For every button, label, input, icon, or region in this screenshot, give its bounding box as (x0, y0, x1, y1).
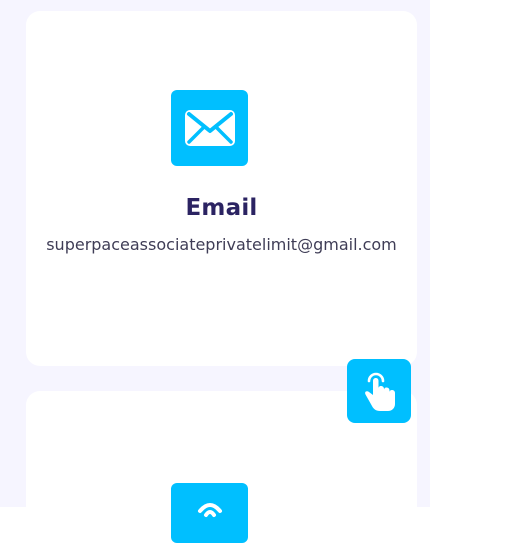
phone-icon-tile (171, 483, 248, 543)
hand-pointer-icon (365, 372, 395, 411)
phone-icon (197, 503, 222, 517)
email-title: Email (185, 195, 258, 221)
email-card: Email superpaceassociateprivatelimit@gma… (26, 11, 417, 366)
floating-action-button[interactable] (347, 359, 411, 423)
envelope-icon (184, 110, 235, 146)
email-icon-tile (171, 90, 248, 166)
email-address: superpaceassociateprivatelimit@gmail.com (46, 235, 397, 254)
contact-panel: Email superpaceassociateprivatelimit@gma… (0, 0, 430, 543)
